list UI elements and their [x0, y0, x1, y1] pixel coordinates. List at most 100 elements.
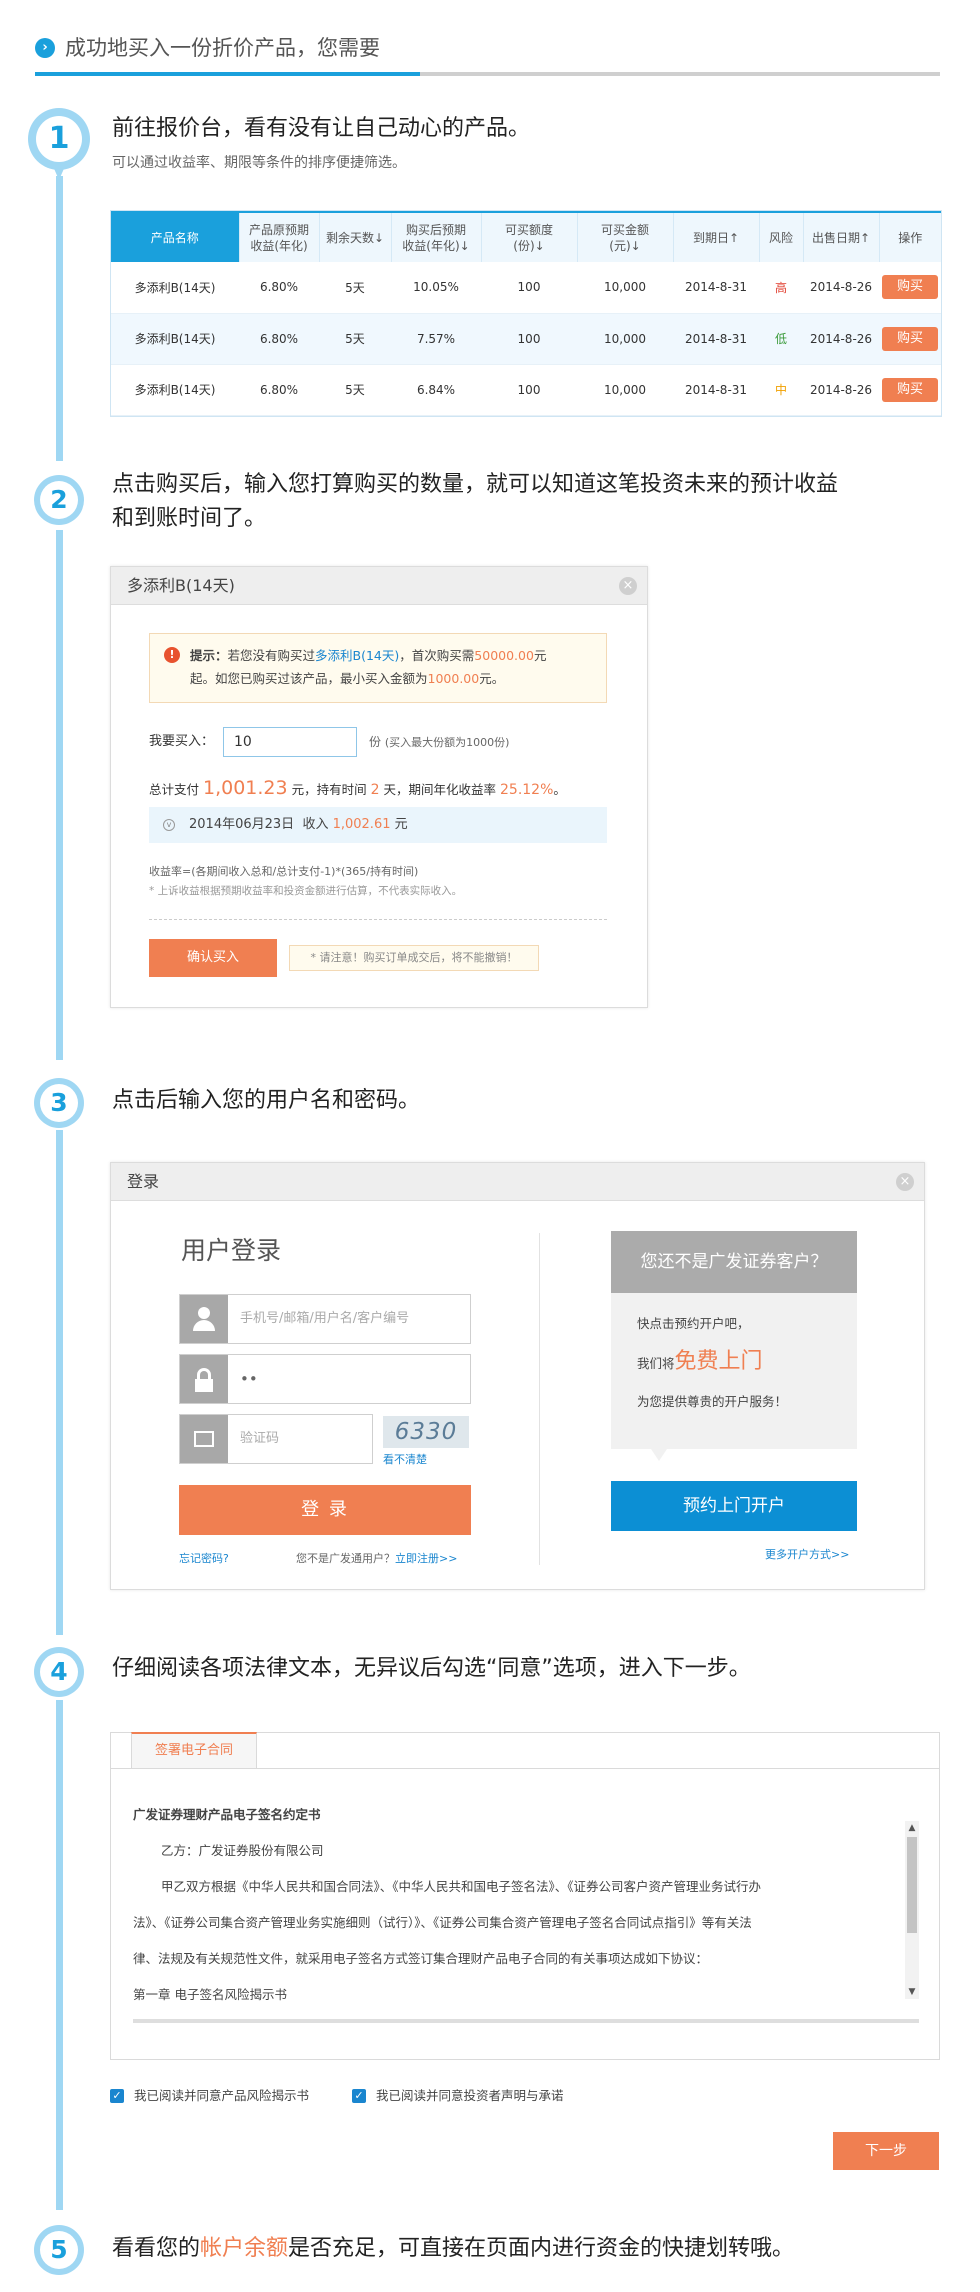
scroll-up-icon[interactable]: ▲: [905, 1821, 919, 1835]
orig-yield-cell: 6.80%: [239, 364, 319, 416]
col-product-name[interactable]: 产品名称: [111, 211, 240, 262]
password-field[interactable]: ••: [179, 1354, 471, 1404]
product-table-wrap: 产品名称 产品原预期 收益(年化) 剩余天数↓ 购买后预期 收益(年化)↓ 可买…: [110, 210, 942, 417]
step-1-subtext: 可以通过收益率、期限等条件的排序便捷筛选。: [112, 155, 406, 171]
login-heading: 用户登录: [181, 1236, 282, 1265]
contract-paragraph: 法》、《证券公司集合资产管理业务实施细则（试行）》、《证券公司集合资产管理电子签…: [133, 1915, 752, 1930]
checkbox-risk[interactable]: ✓: [110, 2089, 124, 2103]
col-amount[interactable]: 可买金额 (元)↓: [577, 211, 674, 262]
product-link[interactable]: 多添利B(14天): [111, 313, 239, 365]
captcha-field[interactable]: 验证码: [179, 1414, 373, 1464]
due-cell: 2014-8-31: [673, 262, 759, 314]
max-note: (买入最大份额为1000份): [384, 736, 510, 749]
step-1-marker: 1: [28, 108, 90, 180]
col-days[interactable]: 剩余天数↓: [319, 211, 392, 262]
username-field[interactable]: 手机号/邮箱/用户名/客户编号: [179, 1294, 471, 1344]
sale-cell: 2014-8-26: [803, 262, 879, 314]
buy-button[interactable]: 购买: [882, 326, 938, 351]
password-value: ••: [240, 1370, 258, 1388]
quota-cell: 100: [481, 262, 577, 314]
dialog-title: 登录: [127, 1172, 160, 1191]
quantity-input[interactable]: 10: [223, 727, 357, 757]
warning-icon: !: [164, 647, 180, 663]
next-step-button[interactable]: 下一步: [833, 2132, 939, 2170]
scroll-down-icon[interactable]: ▼: [905, 1985, 919, 1999]
more-account-link[interactable]: 更多开户方式>>: [765, 1546, 849, 1562]
register-text: 您不是广发通用户？: [296, 1552, 395, 1565]
table-header-row: 产品名称 产品原预期 收益(年化) 剩余天数↓ 购买后预期 收益(年化)↓ 可买…: [111, 211, 941, 262]
forgot-password-link[interactable]: 忘记密码?: [179, 1550, 229, 1566]
days-cell: 5天: [319, 262, 391, 314]
contract-title: 广发证券理财产品电子签名约定书: [133, 1807, 321, 1822]
promo-pointer: [651, 1449, 667, 1461]
captcha-refresh-link[interactable]: 看不清楚: [383, 1451, 427, 1467]
table-row: 多添利B(14天) 6.80% 5天 10.05% 100 10,000 201…: [111, 262, 941, 314]
col-quota[interactable]: 可买额度 (份)↓: [481, 211, 578, 262]
step-2-marker: 2: [34, 475, 84, 525]
lock-icon: [180, 1355, 228, 1403]
balance-highlight[interactable]: 帐户余额: [200, 2236, 288, 2261]
days-cell: 5天: [319, 364, 391, 416]
captcha-image[interactable]: 6330: [383, 1416, 469, 1448]
chevron-down-icon[interactable]: v: [163, 819, 175, 831]
days-cell: 5天: [319, 313, 391, 365]
timeline-line: [56, 176, 63, 461]
contract-tab[interactable]: 签署电子合同: [131, 1732, 257, 1768]
col-orig-yield[interactable]: 产品原预期 收益(年化): [239, 211, 320, 262]
scroll-thumb[interactable]: [907, 1837, 917, 1933]
buy-button[interactable]: 购买: [882, 377, 938, 402]
contract-box: 签署电子合同 广发证券理财产品电子签名约定书 乙方：广发证券股份有限公司 甲乙双…: [110, 1732, 940, 2060]
agree-label: 我已阅读并同意投资者声明与承诺: [376, 2088, 564, 2103]
tip-product-link[interactable]: 多添利B(14天): [315, 648, 399, 663]
contract-party: 乙方：广发证券股份有限公司: [161, 1843, 324, 1858]
tip-text: ，首次购买需: [399, 648, 475, 663]
divider: [149, 919, 607, 920]
step-number: 5: [40, 2231, 78, 2269]
income-unit: 元: [394, 817, 408, 832]
close-icon[interactable]: ×: [619, 577, 637, 595]
step-4-heading: 仔细阅读各项法律文本，无异议后勾选“同意”选项，进入下一步。: [112, 1656, 751, 1681]
tip-text: 元。: [479, 671, 505, 686]
tip-box: ! 提示：若您没有购买过多添利B(14天)，首次购买需50000.00元 起。如…: [149, 633, 607, 703]
captcha-placeholder: 验证码: [240, 1431, 280, 1446]
username-placeholder: 手机号/邮箱/用户名/客户编号: [240, 1311, 410, 1326]
login-button[interactable]: 登 录: [179, 1485, 471, 1535]
promo-text: 我们将: [637, 1356, 675, 1371]
after-yield-cell: 10.05%: [391, 262, 481, 314]
checkbox-statement[interactable]: ✓: [352, 2089, 366, 2103]
buy-button[interactable]: 购买: [882, 275, 938, 300]
quantity-hint: 份 (买入最大份额为1000份): [369, 727, 509, 758]
table-row: 多添利B(14天) 6.80% 5天 6.84% 100 10,000 2014…: [111, 364, 941, 416]
agree-label: 我已阅读并同意产品风险揭示书: [134, 2088, 310, 2103]
disclaimer-text: * 上诉收益根据预期收益率和投资金额进行估算，不代表实际收入。: [149, 885, 463, 897]
product-link[interactable]: 多添利B(14天): [111, 262, 239, 314]
heading-line: 点击购买后，输入您打算购买的数量，就可以知道这笔投资未来的预计收益: [112, 472, 839, 497]
col-due-date[interactable]: 到期日↑: [673, 211, 760, 262]
col-operation: 操作: [879, 211, 941, 262]
col-after-yield[interactable]: 购买后预期 收益(年化)↓: [391, 211, 482, 262]
risk-cell: 低: [759, 313, 803, 365]
col-sale-date[interactable]: 出售日期↑: [803, 211, 880, 262]
tip-first-amount: 50000.00: [474, 648, 534, 663]
confirm-buy-button[interactable]: 确认买入: [149, 939, 277, 977]
promo-title: 您还不是广发证券客户？: [611, 1231, 857, 1293]
contract-scrollbar[interactable]: ▲ ▼: [905, 1821, 919, 1999]
total-amount: 1,001.23: [203, 777, 288, 799]
close-icon[interactable]: ×: [896, 1173, 914, 1191]
timeline-line: [56, 530, 63, 1060]
tip-text: 起。如您已购买过该产品，最小买入金额为: [190, 671, 428, 686]
hold-days: 2: [370, 782, 380, 798]
step-number: 1: [36, 116, 82, 162]
product-link[interactable]: 多添利B(14天): [111, 364, 239, 416]
summary-text: 天，期间年化收益率: [383, 782, 497, 797]
risk-cell: 高: [759, 262, 803, 314]
dialog-header: 多添利B(14天) ×: [111, 567, 647, 605]
heading-line: 和到账时间了。: [112, 506, 267, 531]
promo-box: 您还不是广发证券客户？ 快点击预约开户吧， 我们将免费上门 为您提供尊贵的开户服…: [611, 1231, 857, 1461]
after-yield-cell: 6.84%: [391, 364, 481, 416]
book-account-button[interactable]: 预约上门开户: [611, 1481, 857, 1531]
step-number: 4: [40, 1653, 78, 1691]
op-cell: 购买: [879, 262, 941, 314]
register-link[interactable]: 立即注册>>: [395, 1552, 457, 1565]
title-accent-line: [35, 72, 420, 76]
